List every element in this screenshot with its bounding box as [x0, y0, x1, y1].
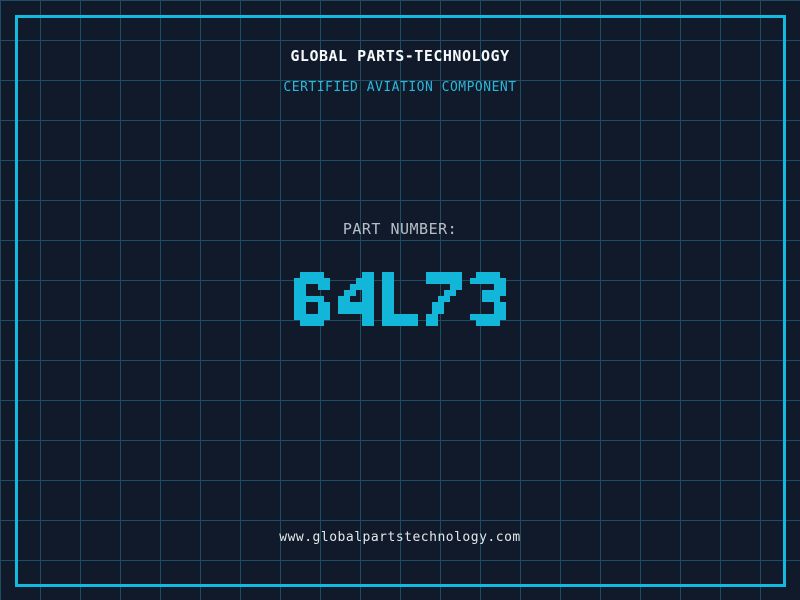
part-number-digit: [382, 272, 418, 326]
part-number-value: [0, 272, 800, 326]
part-number-digit: [294, 272, 330, 326]
part-number-digit: [338, 272, 374, 326]
certificate-screen: GLOBAL PARTS-TECHNOLOGY CERTIFIED AVIATI…: [0, 0, 800, 600]
part-number-digit: [426, 272, 462, 326]
part-number-label: PART NUMBER:: [342, 220, 458, 238]
part-number-digit: [470, 272, 506, 326]
website-url: www.globalpartstechnology.com: [279, 530, 521, 545]
brand-subtitle: CERTIFIED AVIATION COMPONENT: [283, 80, 517, 95]
brand-title: GLOBAL PARTS-TECHNOLOGY: [290, 47, 510, 65]
